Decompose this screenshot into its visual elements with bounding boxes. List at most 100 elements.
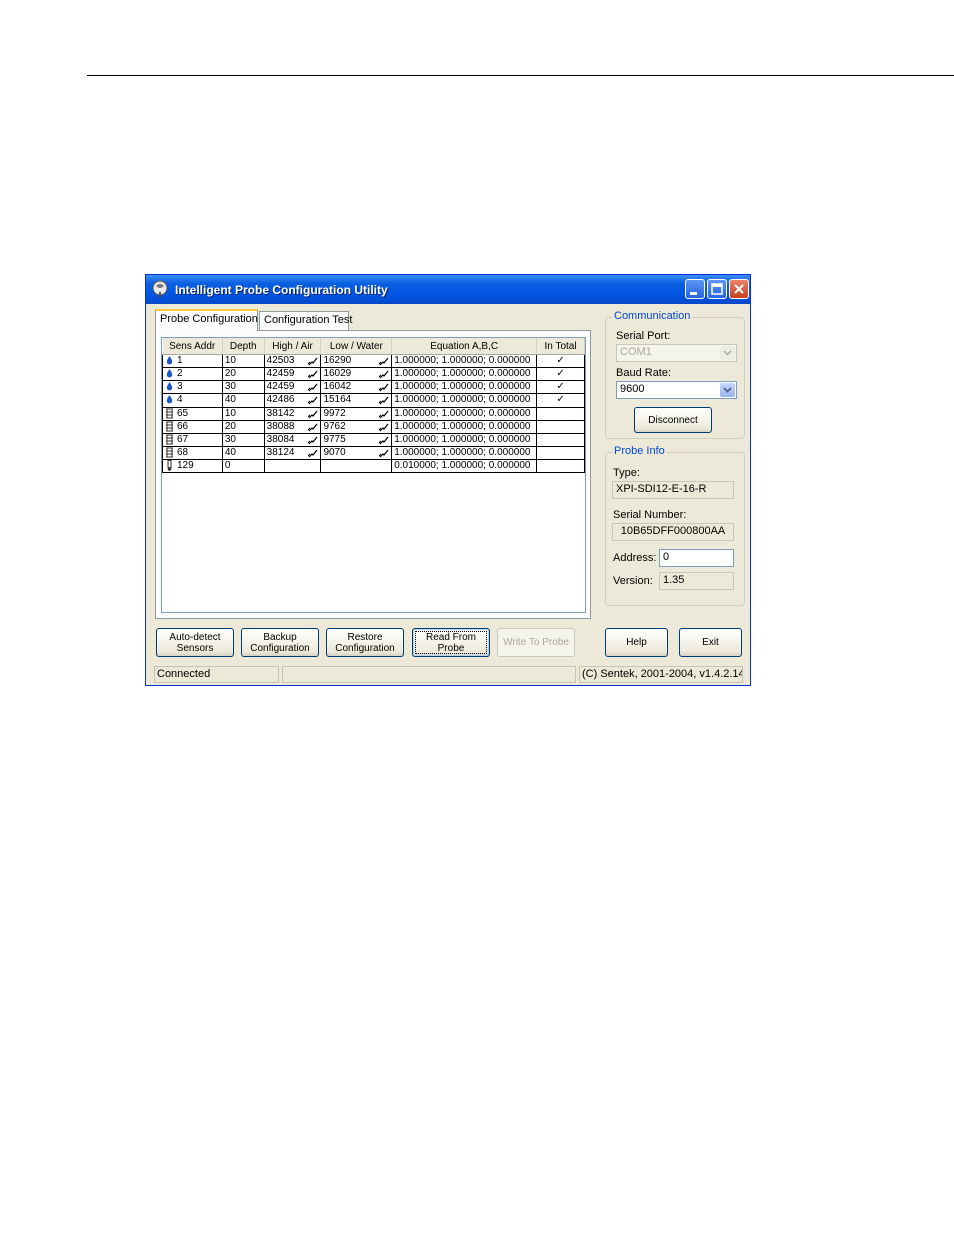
cell-low-water[interactable]: 15164	[320, 393, 393, 408]
read-from-probe-button[interactable]: Read From Probe	[412, 628, 490, 657]
cell-sens-addr[interactable]: 66	[162, 419, 223, 434]
sensor-grid[interactable]: Sens Addr Depth High / Air Low / Water E…	[161, 337, 586, 613]
cell-in-total[interactable]	[536, 419, 585, 434]
table-row[interactable]: 3 30 42459 16042 1.000000; 1.000000; 0.00000…	[162, 380, 585, 395]
cell-low-water-value: 9972	[323, 407, 346, 419]
moisture-drop-icon	[165, 395, 177, 406]
cell-sens-addr[interactable]: 4	[162, 393, 223, 408]
cell-in-total[interactable]	[536, 432, 585, 447]
thermometer-icon	[165, 460, 177, 472]
cell-in-total[interactable]: ✓	[536, 353, 585, 369]
cell-low-water[interactable]: 16290	[320, 353, 393, 369]
address-input[interactable]: 0	[659, 549, 734, 567]
table-row[interactable]: 4 40 42486 15164 1.000000; 1.000000; 0.00000…	[162, 393, 585, 408]
cell-depth[interactable]: 30	[221, 432, 265, 447]
exit-button[interactable]: Exit	[679, 628, 742, 657]
cell-high-air-value: 42503	[266, 355, 295, 367]
cell-equation[interactable]: 1.000000; 1.000000; 0.000000	[391, 432, 538, 447]
restore-configuration-button[interactable]: Restore Configuration	[326, 628, 404, 657]
cell-depth[interactable]: 20	[221, 367, 265, 382]
title-bar[interactable]: Intelligent Probe Configuration Utility	[146, 275, 750, 304]
cell-sens-addr-value: 68	[177, 447, 189, 459]
cell-in-total[interactable]	[536, 459, 585, 474]
cell-depth[interactable]: 0	[221, 459, 265, 474]
cell-sens-addr[interactable]: 1	[162, 353, 223, 369]
cell-high-air[interactable]: 42459	[263, 380, 322, 395]
disconnect-button[interactable]: Disconnect	[634, 407, 712, 433]
serial-port-select[interactable]: COM1	[616, 344, 737, 362]
close-button[interactable]	[729, 279, 749, 299]
cell-equation[interactable]: 0.010000; 1.000000; 0.000000	[391, 459, 538, 474]
cell-in-total[interactable]: ✓	[536, 367, 585, 382]
table-row[interactable]: 129 0 0.010000; 1.000000; 0.000000	[162, 459, 585, 474]
cell-sens-addr[interactable]: 68	[162, 445, 223, 461]
cell-low-water[interactable]: 16042	[320, 380, 393, 395]
cell-depth[interactable]: 40	[221, 393, 265, 408]
help-button[interactable]: Help	[605, 628, 668, 657]
tab-configuration-test[interactable]: Configuration Test	[259, 311, 352, 330]
cell-high-air[interactable]: 38088	[263, 419, 322, 434]
table-row[interactable]: 68 40 38124 9070 1.000000; 1.000000; 0.00000…	[162, 445, 585, 461]
cell-equation[interactable]: 1.000000; 1.000000; 0.000000	[391, 406, 538, 421]
calibrate-icon	[308, 397, 318, 405]
cell-sens-addr[interactable]: 65	[162, 406, 223, 421]
cell-high-air[interactable]	[263, 459, 322, 474]
backup-configuration-button[interactable]: Backup Configuration	[241, 628, 319, 657]
cell-equation[interactable]: 1.000000; 1.000000; 0.000000	[391, 353, 538, 369]
write-to-probe-button[interactable]: Write To Probe	[497, 628, 575, 657]
cell-depth[interactable]: 10	[221, 406, 265, 421]
cell-in-total[interactable]	[536, 445, 585, 461]
minimize-button[interactable]	[685, 279, 705, 299]
table-row[interactable]: 65 10 38142 9972 1.000000; 1.000000; 0.00000…	[162, 406, 585, 421]
cell-low-water[interactable]: 9775	[320, 432, 393, 447]
table-row[interactable]: 2 20 42459 16029 1.000000; 1.000000; 0.00000…	[162, 367, 585, 382]
calibrate-icon	[308, 423, 318, 432]
cell-high-air[interactable]: 42486	[263, 393, 322, 408]
cell-depth-value: 30	[224, 433, 236, 445]
cell-high-air[interactable]: 42459	[263, 367, 322, 382]
cell-equation[interactable]: 1.000000; 1.000000; 0.000000	[391, 393, 538, 408]
column-header-high-air[interactable]: High / Air	[264, 338, 322, 355]
cell-in-total[interactable]	[536, 406, 585, 421]
maximize-button[interactable]	[707, 279, 727, 299]
cell-equation[interactable]: 1.000000; 1.000000; 0.000000	[391, 445, 538, 461]
probe-info-group: Probe Info Type: XPI-SDI12-E-16-R Serial…	[605, 445, 745, 606]
tab-probe-configuration[interactable]: Probe Configuration	[155, 309, 258, 331]
cell-high-air[interactable]: 38084	[263, 432, 322, 447]
cell-sens-addr[interactable]: 2	[162, 367, 223, 382]
cell-high-air[interactable]: 42503	[263, 353, 322, 369]
cell-sens-addr[interactable]: 67	[162, 432, 223, 447]
backup-label-line2: Configuration	[250, 642, 310, 654]
cell-in-total[interactable]: ✓	[536, 393, 585, 408]
column-header-sens-addr[interactable]: Sens Addr	[162, 338, 223, 355]
salinity-coil-icon	[165, 408, 177, 419]
cell-depth[interactable]: 40	[221, 445, 265, 461]
column-header-depth[interactable]: Depth	[222, 338, 265, 355]
cell-low-water[interactable]: 16029	[320, 367, 393, 382]
calibrate-icon	[379, 370, 389, 379]
table-row[interactable]: 67 30 38084 9775 1.000000; 1.000000; 0.00000…	[162, 432, 585, 447]
cell-high-air[interactable]: 38142	[263, 406, 322, 421]
column-header-low-water[interactable]: Low / Water	[320, 338, 393, 355]
cell-equation[interactable]: 1.000000; 1.000000; 0.000000	[391, 419, 538, 434]
table-row[interactable]: 66 20 38088 9762 1.000000; 1.000000; 0.00000…	[162, 419, 585, 434]
cell-sens-addr[interactable]: 3	[162, 380, 223, 395]
table-row[interactable]: 1 10 42503 16290 1.000000; 1.000000; 0.00000…	[162, 353, 585, 369]
baud-rate-select[interactable]: 9600	[616, 381, 737, 399]
auto-detect-sensors-button[interactable]: Auto-detect Sensors	[156, 628, 234, 657]
cell-high-air[interactable]: 38124	[263, 445, 322, 461]
cell-low-water[interactable]	[320, 459, 393, 474]
cell-low-water[interactable]: 9070	[320, 445, 393, 461]
column-header-equation[interactable]: Equation A,B,C	[391, 338, 538, 355]
cell-depth[interactable]: 10	[221, 353, 265, 369]
cell-low-water[interactable]: 9972	[320, 406, 393, 421]
cell-in-total[interactable]: ✓	[536, 380, 585, 395]
column-header-in-total[interactable]: In Total	[536, 338, 585, 355]
cell-low-water[interactable]: 9762	[320, 419, 393, 434]
type-label: Type:	[613, 467, 640, 479]
cell-equation[interactable]: 1.000000; 1.000000; 0.000000	[391, 380, 538, 395]
cell-depth[interactable]: 20	[221, 419, 265, 434]
cell-equation[interactable]: 1.000000; 1.000000; 0.000000	[391, 367, 538, 382]
cell-sens-addr[interactable]: 129	[162, 459, 223, 474]
cell-depth[interactable]: 30	[221, 380, 265, 395]
